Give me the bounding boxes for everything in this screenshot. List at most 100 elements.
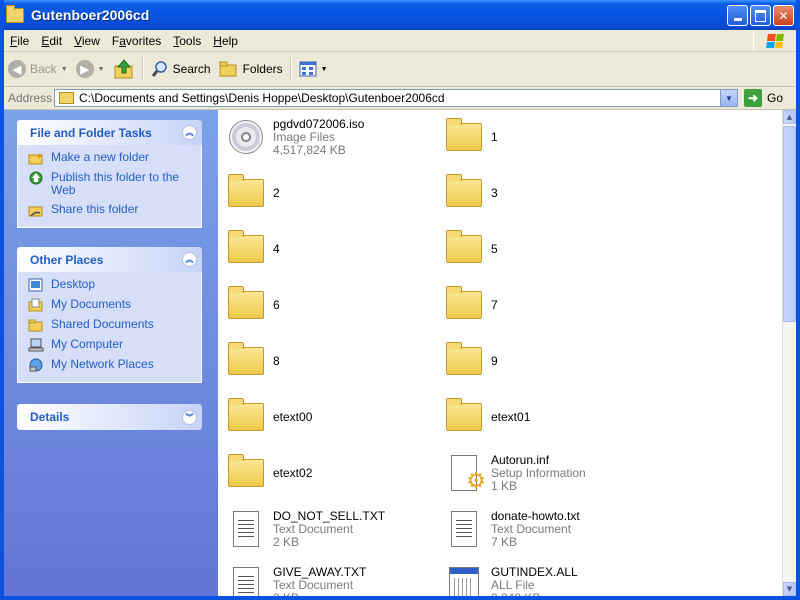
file-item[interactable]: GIVE_AWAY.TXTText Document2 KB <box>224 561 424 596</box>
close-button[interactable]: ✕ <box>773 5 794 26</box>
menu-file[interactable]: File <box>4 34 35 48</box>
close-icon: ✕ <box>778 8 789 23</box>
collapse-icon[interactable]: ︽ <box>182 125 197 140</box>
scrollbar-thumb[interactable] <box>783 126 796 322</box>
address-path: C:\Documents and Settings\Denis Hoppe\De… <box>79 91 445 105</box>
file-item[interactable]: etext01 <box>442 393 642 441</box>
file-folder-tasks-header[interactable]: File and Folder Tasks ︽ <box>17 120 202 145</box>
menu-tools[interactable]: Tools <box>167 34 207 48</box>
shared-documents-icon <box>28 319 43 332</box>
share-folder-icon <box>28 206 43 217</box>
make-new-folder-link[interactable]: ✦ Make a new folder <box>28 151 201 165</box>
search-icon <box>151 61 167 77</box>
search-button[interactable]: Search <box>147 55 215 83</box>
views-button[interactable]: ▼ <box>295 55 332 83</box>
file-item[interactable]: 3 <box>442 169 642 217</box>
menu-help[interactable]: Help <box>207 34 244 48</box>
details-panel: Details ︾ <box>17 404 202 430</box>
file-item[interactable]: 2 <box>224 169 424 217</box>
folder-icon <box>442 283 486 327</box>
file-name: GUTINDEX.ALL <box>491 564 578 579</box>
file-item[interactable]: 1 <box>442 113 642 161</box>
title-bar[interactable]: Gutenboer2006cd ✕ <box>4 0 796 30</box>
dropdown-arrow-icon: ▼ <box>60 65 68 73</box>
menu-favorites[interactable]: Favorites <box>106 34 167 48</box>
file-item[interactable]: 5 <box>442 225 642 273</box>
file-name: 8 <box>273 353 280 368</box>
my-computer-link[interactable]: My Computer <box>28 338 201 352</box>
menu-view[interactable]: View <box>68 34 106 48</box>
generic-file-icon <box>442 563 486 596</box>
other-places-header[interactable]: Other Places ︽ <box>17 247 202 272</box>
file-item[interactable]: 7 <box>442 281 642 329</box>
file-item[interactable]: 8 <box>224 337 424 385</box>
file-item[interactable]: GUTINDEX.ALLALL File2,348 KB <box>442 561 642 596</box>
maximize-button[interactable] <box>750 5 771 26</box>
desktop-link[interactable]: Desktop <box>28 278 201 292</box>
folder-icon <box>224 339 268 383</box>
file-name: etext00 <box>273 409 313 424</box>
forward-button[interactable]: ▶ ▼ <box>72 55 109 83</box>
share-folder-link[interactable]: Share this folder <box>28 203 201 217</box>
file-item[interactable]: etext02 <box>224 449 424 497</box>
publish-folder-link[interactable]: Publish this folder to the Web <box>28 171 201 197</box>
menu-edit[interactable]: Edit <box>35 34 68 48</box>
address-dropdown-button[interactable]: ▼ <box>720 90 737 106</box>
expand-icon[interactable]: ︾ <box>182 409 197 425</box>
file-type: Text Document <box>273 521 354 536</box>
folder-icon <box>224 227 268 271</box>
address-input[interactable]: C:\Documents and Settings\Denis Hoppe\De… <box>54 89 738 107</box>
up-folder-button[interactable] <box>109 55 139 83</box>
folder-icon <box>442 395 486 439</box>
folder-icon <box>442 171 486 215</box>
file-item[interactable]: etext00 <box>224 393 424 441</box>
toolbar-separator <box>141 57 144 81</box>
file-item[interactable]: donate-howto.txt Text Document 7 KB <box>442 505 642 553</box>
file-name: etext02 <box>273 465 313 480</box>
file-item[interactable]: pgdvd072006.iso Image Files 4,517,824 KB <box>224 113 424 161</box>
shared-documents-link[interactable]: Shared Documents <box>28 318 201 332</box>
explorer-window: Gutenboer2006cd ✕ File Edit View Favorites T… <box>0 0 800 600</box>
back-button[interactable]: ◀ Back ▼ <box>4 55 72 83</box>
file-item[interactable]: Autorun.infSetup Information1 KB <box>442 449 642 497</box>
scroll-down-icon: ▼ <box>786 585 793 593</box>
publish-web-icon <box>29 171 43 185</box>
windows-flag-icon <box>766 33 784 48</box>
toolbar-separator <box>289 57 292 81</box>
file-name: 4 <box>273 241 280 256</box>
file-name: DO_NOT_SELL.TXT <box>273 508 386 523</box>
details-header[interactable]: Details ︾ <box>17 404 202 430</box>
file-type: Image Files <box>273 129 336 144</box>
minimize-icon <box>733 18 742 21</box>
setup-file-icon <box>442 451 486 495</box>
dropdown-arrow-icon: ▼ <box>320 65 328 73</box>
scroll-up-button[interactable]: ▲ <box>783 110 796 124</box>
standard-toolbar: ◀ Back ▼ ▶ ▼ Search Folders ▼ <box>4 52 796 87</box>
folder-icon <box>224 283 268 327</box>
file-item[interactable]: 4 <box>224 225 424 273</box>
go-arrow-icon: ➜ <box>744 89 762 107</box>
minimize-button[interactable] <box>727 5 748 26</box>
file-item[interactable]: 9 <box>442 337 642 385</box>
folders-button[interactable]: Folders <box>215 55 287 83</box>
back-arrow-icon: ◀ <box>8 60 26 78</box>
file-item[interactable]: DO_NOT_SELL.TXT Text Document 2 KB <box>224 505 424 553</box>
text-document-icon <box>224 563 268 596</box>
my-network-places-link[interactable]: My Network Places <box>28 358 201 372</box>
file-item[interactable]: 6 <box>224 281 424 329</box>
go-button[interactable]: ➜ Go <box>744 89 783 107</box>
up-folder-icon <box>114 59 133 79</box>
vertical-scrollbar[interactable]: ▲ ▼ <box>782 110 796 596</box>
scroll-up-icon: ▲ <box>786 113 793 121</box>
file-name: etext01 <box>491 409 531 424</box>
forward-arrow-icon: ▶ <box>75 60 94 78</box>
chevron-down-icon: ▼ <box>725 93 733 103</box>
task-pane: File and Folder Tasks ︽ ✦ Make a new fol… <box>4 110 218 596</box>
file-name: GIVE_AWAY.TXT <box>273 564 367 579</box>
file-type: Text Document <box>273 577 354 592</box>
scroll-down-button[interactable]: ▼ <box>783 582 796 596</box>
my-documents-link[interactable]: My Documents <box>28 298 201 312</box>
file-name: donate-howto.txt <box>491 508 580 523</box>
folder-icon <box>6 4 24 23</box>
collapse-icon[interactable]: ︽ <box>182 252 197 267</box>
